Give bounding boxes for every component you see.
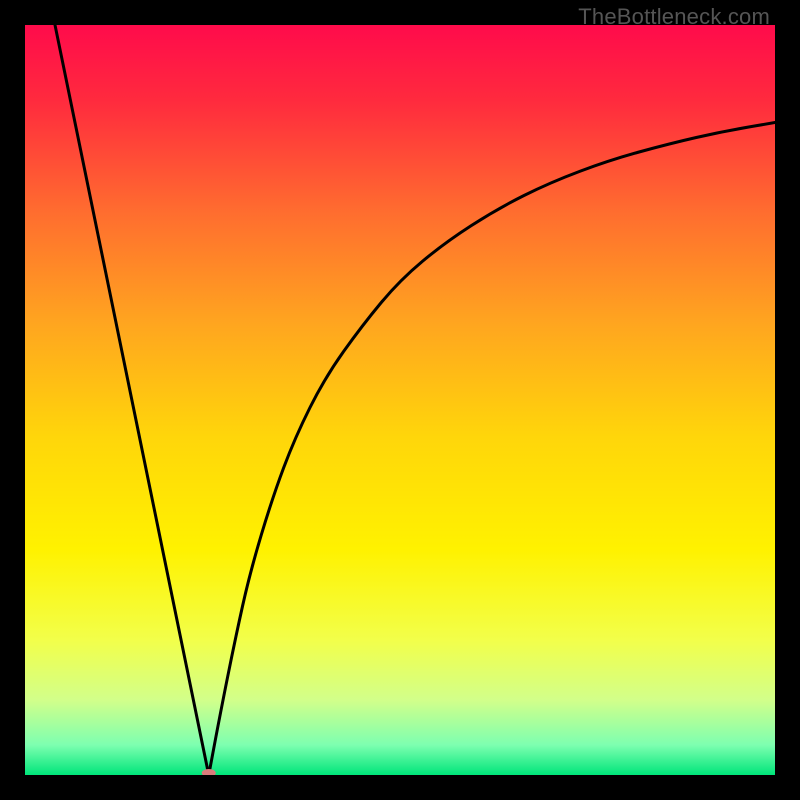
bottleneck-chart (25, 25, 775, 775)
chart-frame (25, 25, 775, 775)
chart-background (25, 25, 775, 775)
